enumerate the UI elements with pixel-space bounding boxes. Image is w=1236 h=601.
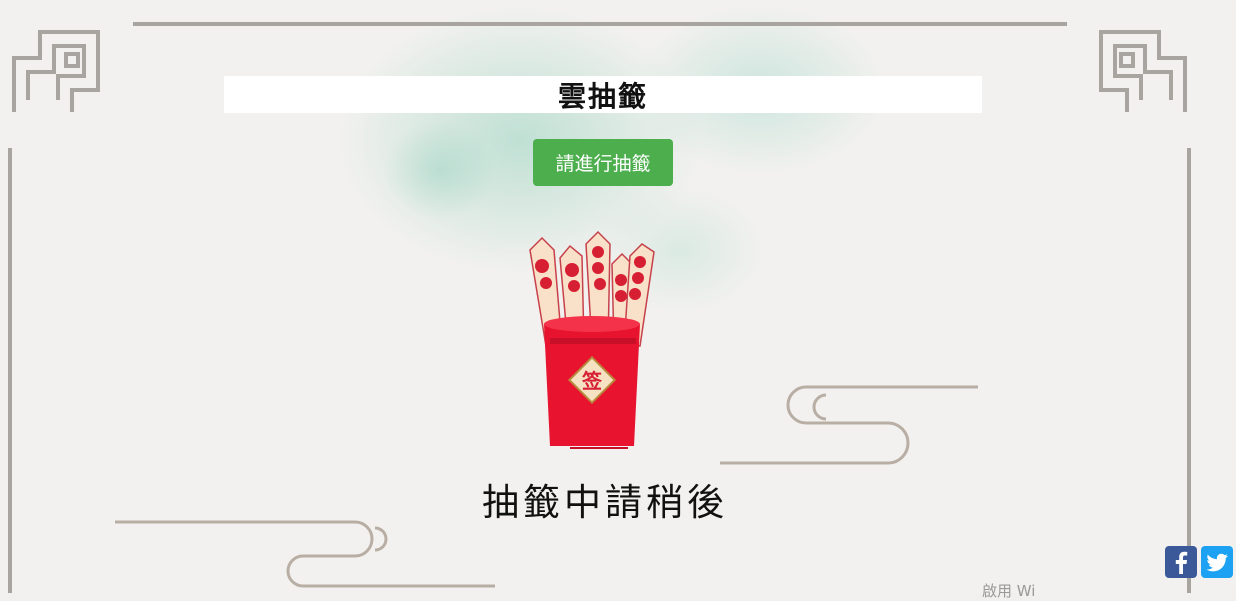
page-title: 雲抽籤	[557, 79, 648, 113]
twitter-share-button[interactable]	[1201, 546, 1233, 578]
status-message: 抽籤中請稍後	[482, 481, 728, 524]
facebook-icon	[1175, 551, 1188, 574]
draw-lots-button[interactable]: 請進行抽籤	[533, 139, 673, 186]
cup-label: 签	[581, 369, 603, 393]
facebook-share-button[interactable]	[1165, 546, 1197, 578]
title-bar: 雲抽籤	[224, 76, 982, 113]
footer-text: 啟用 Wi	[982, 582, 1036, 600]
twitter-icon	[1206, 553, 1228, 572]
fortune-sticks-cup-image: 签	[529, 230, 655, 449]
